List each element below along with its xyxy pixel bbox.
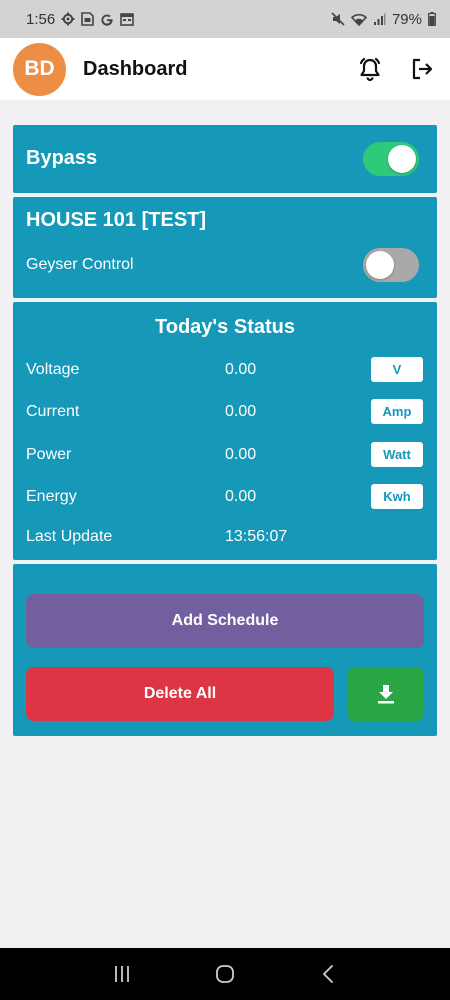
avatar[interactable]: BD (13, 42, 66, 96)
logout-icon (412, 58, 433, 80)
system-navigation-bar (0, 948, 450, 1000)
signal-icon (373, 13, 386, 26)
home-button[interactable] (210, 959, 240, 989)
sim-toolkit-icon (81, 12, 95, 26)
status-right: 79% (331, 11, 436, 28)
geyser-toggle[interactable] (363, 248, 419, 282)
recent-apps-button[interactable] (107, 959, 137, 989)
status-value: 0.00 (225, 403, 257, 420)
battery-percent: 79% (391, 10, 422, 28)
status-label: Current (26, 403, 80, 420)
add-schedule-button[interactable]: Add Schedule (26, 594, 424, 648)
last-update-value: 13:56:07 (225, 528, 288, 545)
back-icon (323, 965, 334, 983)
settings-icon (61, 12, 75, 26)
status-value: 0.00 (225, 361, 257, 378)
wifi-icon (350, 13, 367, 26)
geyser-control-label: Geyser Control (26, 256, 134, 273)
status-row-energy: Energy 0.00 Kwh (13, 482, 437, 512)
battery-icon (428, 12, 436, 26)
bypass-card: Bypass (13, 125, 437, 193)
alarm-bell-icon (359, 57, 381, 82)
last-update-label: Last Update (26, 528, 113, 545)
system-status-bar: 1:56 79% (0, 0, 450, 38)
home-icon (216, 965, 234, 983)
status-title: Today's Status (155, 316, 295, 338)
house-card: HOUSE 101 [TEST] Geyser Control (13, 197, 437, 298)
back-button[interactable] (313, 959, 343, 989)
house-title: HOUSE 101 [TEST] (26, 209, 207, 231)
unit-badge: Amp (371, 399, 423, 424)
unit-badge: Watt (371, 442, 423, 467)
todays-status-card: Today's Status Voltage 0.00 V Current 0.… (13, 302, 437, 560)
google-icon (100, 12, 114, 26)
status-label: Voltage (26, 361, 80, 378)
delete-all-button[interactable]: Delete All (26, 667, 334, 721)
notification-button[interactable] (356, 55, 384, 83)
mute-icon (331, 12, 345, 26)
unit-badge: V (371, 357, 423, 382)
status-row-voltage: Voltage 0.00 V (13, 355, 437, 385)
logout-button[interactable] (408, 55, 436, 83)
status-row-current: Current 0.00 Amp (13, 397, 437, 427)
app-header: BD Dashboard (0, 38, 450, 100)
status-value: 0.00 (225, 488, 257, 505)
status-time: 1:56 (26, 10, 56, 28)
actions-card: Add Schedule Delete All (13, 564, 437, 736)
status-value: 0.00 (225, 446, 257, 463)
unit-badge: Kwh (371, 484, 423, 509)
status-label: Power (26, 446, 72, 463)
bypass-label: Bypass (26, 147, 98, 169)
status-row-last-update: Last Update 13:56:07 (13, 522, 437, 552)
status-left: 1:56 (26, 10, 135, 28)
toggle-knob (366, 251, 394, 279)
recent-apps-icon (114, 966, 129, 982)
bypass-toggle[interactable] (363, 142, 419, 176)
toggle-knob (388, 145, 416, 173)
page-title: Dashboard (83, 57, 188, 80)
status-row-power: Power 0.00 Watt (13, 440, 437, 470)
status-label: Energy (26, 488, 77, 505)
download-icon (377, 685, 394, 704)
download-button[interactable] (347, 667, 424, 721)
calendar-icon (120, 12, 135, 26)
